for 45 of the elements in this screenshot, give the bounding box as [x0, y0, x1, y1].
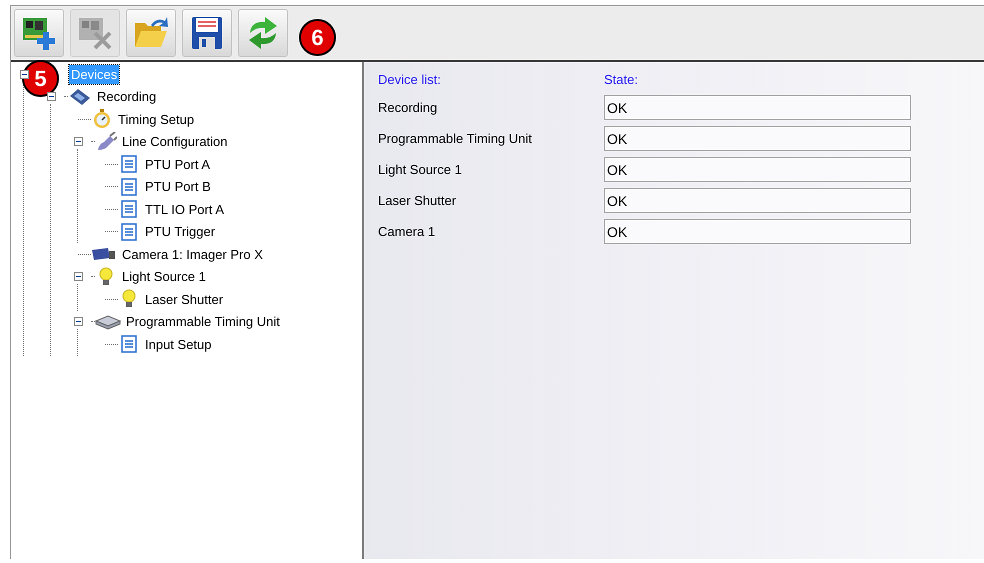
state-field[interactable]: OK: [604, 95, 911, 120]
document-icon: [121, 222, 137, 241]
tree-item[interactable]: PTU Port B: [143, 177, 213, 196]
column-header: State:: [604, 71, 638, 90]
state-field[interactable]: OK: [604, 188, 911, 213]
light-bulb-icon: [121, 289, 137, 310]
collapse-toggle[interactable]: [74, 137, 82, 146]
document-icon: [121, 155, 137, 174]
state-field[interactable]: OK: [604, 126, 911, 151]
toolbar-button[interactable]: [182, 9, 232, 57]
tree-item[interactable]: Light Source 1: [120, 267, 208, 286]
tree-item[interactable]: Recording: [95, 87, 158, 106]
tree-item[interactable]: PTU Port A: [143, 154, 212, 174]
tree-item[interactable]: Laser Shutter: [143, 290, 226, 309]
tree-item[interactable]: PTU Trigger: [143, 222, 218, 242]
device-name: Programmable Timing Unit: [378, 130, 533, 148]
tree-item[interactable]: Timing Setup: [116, 110, 196, 129]
collapse-toggle[interactable]: [74, 317, 82, 326]
light-bulb-icon: [98, 266, 114, 287]
camera-icon: [91, 246, 117, 262]
plug-icon: [95, 132, 117, 152]
stopwatch-icon: [92, 109, 112, 130]
circuit-board-cross-icon: [77, 15, 113, 51]
document-icon: [121, 178, 137, 196]
document-icon: [121, 335, 137, 354]
collapse-toggle[interactable]: [20, 70, 28, 79]
device-name: Recording: [378, 98, 438, 117]
tree-item[interactable]: Programmable Timing Unit: [124, 312, 282, 332]
tree-item[interactable]: Camera 1: Imager Pro X: [120, 244, 265, 264]
tree-item[interactable]: TTL IO Port A: [143, 200, 226, 219]
state-field[interactable]: OK: [604, 157, 911, 182]
circuit-board-plus-icon: [21, 15, 57, 51]
device-name: Camera 1: [378, 222, 436, 241]
toolbar-button[interactable]: [14, 9, 64, 57]
collapse-toggle[interactable]: [46, 92, 56, 102]
tree-item[interactable]: Input Setup: [143, 334, 214, 354]
document-icon: [121, 200, 137, 218]
tree-item[interactable]: Line Configuration: [120, 132, 230, 152]
device-name: Laser Shutter: [378, 192, 458, 210]
column-header: Device list:: [378, 71, 442, 90]
film-reel-icon: [68, 88, 92, 106]
state-field[interactable]: OK: [604, 219, 911, 244]
collapse-toggle[interactable]: [74, 272, 82, 282]
device-name: Light Source 1: [378, 160, 463, 179]
device-box-icon: [95, 314, 121, 330]
